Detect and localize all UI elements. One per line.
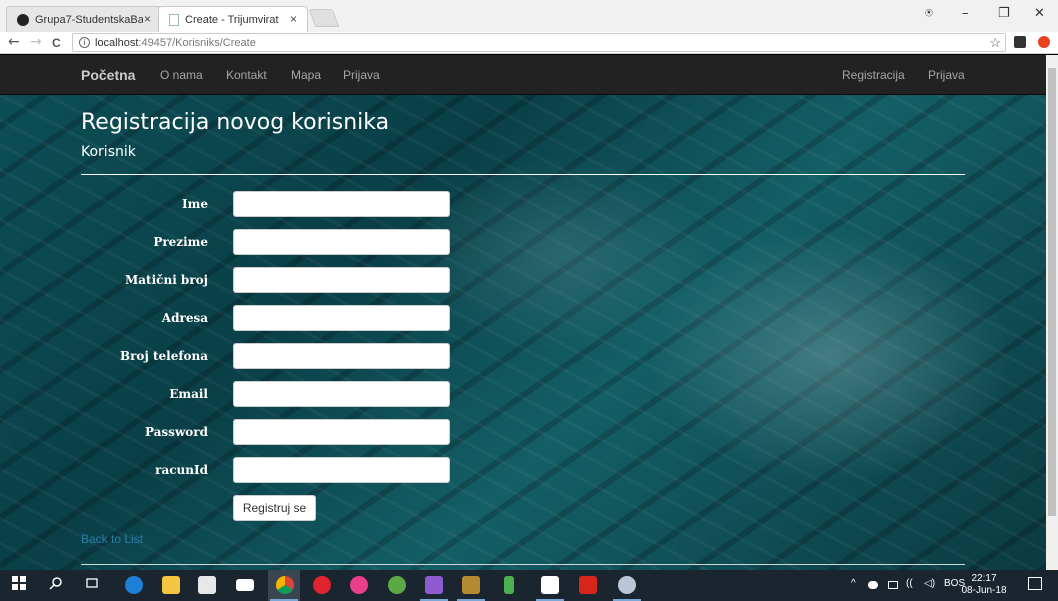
field-label: racunId	[155, 463, 208, 477]
chrome-icon[interactable]	[276, 576, 294, 594]
field-label: Password	[144, 425, 208, 439]
divider	[81, 174, 965, 175]
mail-icon[interactable]	[236, 579, 254, 591]
site-navbar: Početna O nama Kontakt Mapa Prijava Regi…	[0, 55, 1046, 95]
edge-icon[interactable]	[125, 576, 143, 594]
app-icon[interactable]	[462, 576, 480, 594]
tab-close-button[interactable]: ×	[144, 12, 151, 26]
nav-link-prijava[interactable]: Prijava	[343, 68, 380, 82]
cloud-icon[interactable]	[868, 581, 878, 589]
account-icon[interactable]: ⍟	[925, 6, 933, 21]
tab-title: Grupa7-StudentskaBanka	[35, 13, 143, 26]
github-icon	[17, 13, 29, 26]
forward-button[interactable]: →	[30, 34, 42, 50]
tray-chevron-icon[interactable]: ^	[851, 578, 856, 589]
url-input[interactable]: i localhost:49457/Korisniks/Create ☆	[72, 33, 1006, 52]
field-label: Ime	[182, 197, 208, 211]
page-viewport: Početna O nama Kontakt Mapa Prijava Regi…	[0, 55, 1046, 570]
maticni-broj-input[interactable]	[233, 267, 450, 293]
field-label: Matični broj	[125, 273, 208, 287]
back-to-list-link[interactable]: Back to List	[81, 532, 143, 546]
acrobat-icon[interactable]	[579, 576, 597, 594]
star-icon[interactable]: ☆	[989, 35, 1001, 51]
field-label: Broj telefona	[119, 349, 208, 363]
wifi-icon[interactable]: ((	[906, 578, 913, 589]
nav-link-registracija[interactable]: Registracija	[842, 68, 905, 82]
restore-button[interactable]: ❐	[998, 6, 1010, 21]
ime-input[interactable]	[233, 191, 450, 217]
windows-start-icon[interactable]	[10, 576, 28, 594]
info-icon[interactable]: i	[79, 37, 90, 48]
reload-button[interactable]: C	[52, 36, 61, 50]
form-row-prezime: Prezime	[81, 229, 461, 255]
minimize-button[interactable]: –	[962, 6, 969, 21]
clock[interactable]: 22:17 08-Jun-18	[958, 573, 1010, 597]
document-icon[interactable]	[541, 576, 559, 594]
form-row-broj-telefona: Broj telefona	[81, 343, 461, 369]
tab-title: Create - Trijumvirat	[185, 13, 279, 26]
screen: Grupa7-StudentskaBanka × Create - Trijum…	[0, 0, 1058, 601]
notification-icon[interactable]	[1028, 577, 1042, 590]
new-tab-button[interactable]	[308, 9, 340, 27]
form-row-ime: Ime	[81, 191, 461, 217]
password-input[interactable]	[233, 419, 450, 445]
email-input[interactable]	[233, 381, 450, 407]
back-button[interactable]: ←	[8, 34, 20, 50]
form-row-adresa: Adresa	[81, 305, 461, 331]
tab-strip: Grupa7-StudentskaBanka × Create - Trijum…	[0, 0, 1058, 32]
tab-create[interactable]: Create - Trijumvirat ×	[158, 6, 308, 32]
field-label: Prezime	[153, 235, 208, 249]
form-row-password: Password	[81, 419, 461, 445]
brand-link[interactable]: Početna	[81, 67, 135, 83]
close-window-button[interactable]: ✕	[1034, 6, 1045, 21]
clock-date: 08-Jun-18	[961, 585, 1007, 596]
volume-icon[interactable]: ◁)	[924, 578, 935, 589]
page-subtitle: Korisnik	[81, 144, 136, 160]
app-icon[interactable]	[618, 576, 636, 594]
form-row-maticni-broj: Matični broj	[81, 267, 461, 293]
search-icon[interactable]	[47, 576, 65, 594]
address-bar: ← → C i localhost:49457/Korisniks/Create…	[0, 32, 1058, 54]
opera-icon[interactable]	[313, 576, 331, 594]
form-row-email: Email	[81, 381, 461, 407]
extension-icon[interactable]	[1038, 36, 1050, 48]
app-icon[interactable]	[388, 576, 406, 594]
app-icon[interactable]	[350, 576, 368, 594]
racunid-input[interactable]	[233, 457, 450, 483]
app-icon[interactable]	[504, 576, 514, 594]
file-explorer-icon[interactable]	[162, 576, 180, 594]
register-button[interactable]: Registruj se	[233, 495, 316, 521]
adresa-input[interactable]	[233, 305, 450, 331]
prezime-input[interactable]	[233, 229, 450, 255]
url-host: localhost	[95, 36, 139, 49]
tab-github[interactable]: Grupa7-StudentskaBanka ×	[6, 6, 162, 32]
visual-studio-icon[interactable]	[425, 576, 443, 594]
divider	[81, 564, 965, 565]
document-icon	[169, 13, 179, 26]
extension-icon[interactable]	[1014, 36, 1026, 48]
clock-time: 22:17	[971, 573, 997, 584]
taskbar: ^ (( ◁) BOS 22:17 08-Jun-18	[0, 570, 1058, 601]
field-label: Adresa	[161, 311, 208, 325]
nav-link-o-nama[interactable]: O nama	[160, 68, 203, 82]
form-row-racunid: racunId	[81, 457, 461, 483]
store-icon[interactable]	[198, 576, 216, 594]
nav-link-kontakt[interactable]: Kontakt	[226, 68, 267, 82]
page-title: Registracija novog korisnika	[81, 110, 390, 135]
task-view-icon[interactable]	[83, 576, 101, 594]
battery-icon[interactable]	[888, 581, 898, 589]
broj-telefona-input[interactable]	[233, 343, 450, 369]
nav-link-mapa[interactable]: Mapa	[291, 68, 321, 82]
field-label: Email	[169, 387, 208, 401]
url-path: :49457/Korisniks/Create	[138, 36, 256, 49]
scrollbar-thumb[interactable]	[1048, 68, 1056, 516]
nav-link-prijava-right[interactable]: Prijava	[928, 68, 965, 82]
tab-close-button[interactable]: ×	[290, 12, 297, 26]
